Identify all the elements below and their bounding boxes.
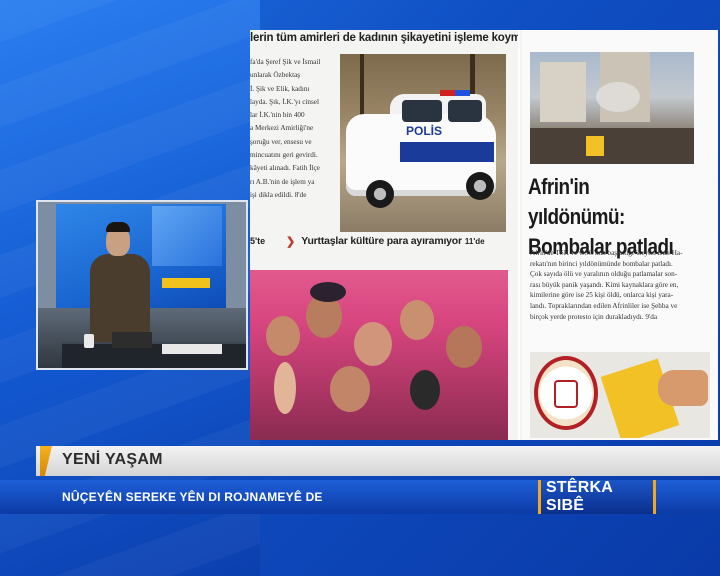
crowd-face <box>266 316 300 356</box>
election-seal-icon <box>534 356 598 430</box>
presenter-hair <box>106 222 130 232</box>
article-line: Afrin'de TSK ve ÖSO'nun başlattığı 'Zeyt… <box>530 249 683 257</box>
teaser-title: Yurttaşlar kültüre para ayıramıyor <box>301 235 462 247</box>
election-board-photo <box>530 352 710 438</box>
story-line: rı A.B.'nin de işlem ya <box>250 177 315 186</box>
teaser-page-ref: 11'de <box>464 236 485 246</box>
channel-logo-text: STÊRKA SIBÊ <box>546 479 613 514</box>
seal-emblem <box>554 380 578 408</box>
teaser-page-ref-left: 5'te <box>250 236 266 246</box>
column-divider <box>518 30 520 440</box>
crowd-face <box>330 366 370 412</box>
video-wall-inset <box>152 206 222 266</box>
phone-in-hand <box>410 370 440 410</box>
crowd-face <box>354 322 392 366</box>
building <box>540 62 586 122</box>
article-line: rası büyük panik yaşandı. Kimi kaynaklar… <box>530 280 679 289</box>
article-line: Çok sayıda ölü ve yaralının olduğu patla… <box>530 270 678 279</box>
mug <box>84 334 94 348</box>
laptop <box>112 332 152 348</box>
car-wheel <box>466 172 494 200</box>
afrin-street-photo <box>530 52 694 164</box>
story-line: lar İ.K.'nin bin 400 <box>250 111 305 120</box>
article-line: landı. Topraklarından edilen Afrinliler … <box>530 301 678 310</box>
newspaper-left-column: lerin tüm amirleri de kadının şikayetini… <box>250 30 518 440</box>
presenter-body <box>90 254 150 342</box>
crowd-face <box>400 300 434 340</box>
desk-papers <box>162 344 222 354</box>
arrow-icon: ❯ <box>286 235 296 248</box>
story-line: unlarak Özbektaş <box>250 71 301 80</box>
police-label: POLİS <box>406 124 443 138</box>
video-wall-ticker <box>162 278 210 288</box>
story-line: mincuatını geri gevirdi. <box>250 151 318 160</box>
smoke-cloud <box>596 82 640 112</box>
story-line: a Merkezi Amirliği'ne <box>250 124 314 133</box>
crowd-photo <box>250 270 508 440</box>
article-line: rekatı'nın birinci yıldönümünde bombalar… <box>530 259 673 268</box>
crowd-hat <box>310 282 346 302</box>
newspaper-right-column: Afrin'in yıldönümü: Bombalar patladı Afr… <box>522 30 718 440</box>
story-line: şoruğu ver, ensesu ve <box>250 137 312 146</box>
crowd-face <box>446 326 482 368</box>
ticker-text: NÛÇEYÊN SEREKE YÊN DI ROJNAMEYÊ DE <box>62 490 323 504</box>
car-wheel <box>366 180 394 208</box>
story-line: fa'da Şeref Şik ve İsmail <box>250 58 321 66</box>
victory-hand <box>274 362 296 414</box>
story-line: kâyeti alınadı. Fatih İlçe <box>250 164 320 173</box>
story-line: İ. Şik ve Elik, kadını <box>250 84 310 93</box>
teaser-row: 5'te ❯ Yurttaşlar kültüre para ayıramıyo… <box>250 228 518 254</box>
tv-frame: lerin tüm amirleri de kadının şikayetini… <box>0 0 720 576</box>
street-object <box>586 136 604 156</box>
article-line: kimilerine göre ise 25 kişi öldü, onlarc… <box>530 291 674 300</box>
story-line: layda. Şık, İ.K.'yı cinsel <box>250 97 319 106</box>
car-window <box>402 100 442 122</box>
studio-inset <box>36 200 248 370</box>
program-title: YENİ YAŞAM <box>62 451 163 468</box>
newspaper-page: lerin tüm amirleri de kadının şikayetini… <box>250 30 718 440</box>
police-lightbar <box>440 90 470 96</box>
top-headline: lerin tüm amirleri de kadının şikayetini… <box>250 32 518 44</box>
voter-hand <box>658 370 708 406</box>
story-line: işi dikla edildi. 8'de <box>250 190 307 199</box>
car-stripe <box>400 142 494 162</box>
article-line: birçok yerde protesto için durakladıydı.… <box>530 312 658 321</box>
police-car-photo: POLİS <box>340 54 506 232</box>
article-text: Afrin'de TSK ve ÖSO'nun başlattığı 'Zeyt… <box>530 248 700 322</box>
street-crowd <box>530 128 694 164</box>
car-window <box>448 100 482 122</box>
story-text: fa'da Şeref Şik ve İsmail unlarak Özbekt… <box>250 56 332 236</box>
main-headline-line1: Afrin'in yıldönümü: <box>528 174 625 229</box>
